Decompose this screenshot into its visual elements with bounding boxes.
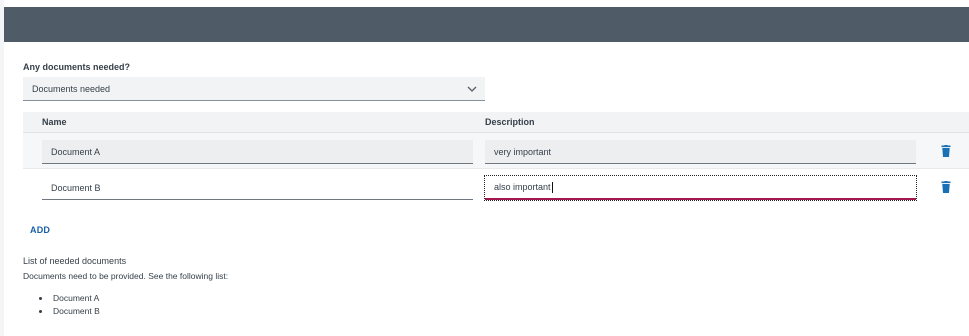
list-item: Document A: [38, 293, 100, 306]
documents-question-label: Any documents needed?: [23, 62, 131, 72]
header-bar: [4, 7, 969, 42]
trash-icon[interactable]: [941, 181, 951, 193]
top-strip: [4, 0, 969, 7]
add-row-button[interactable]: ADD: [30, 225, 50, 235]
table-row: Document B also important: [23, 170, 969, 206]
name-value: Document B: [51, 182, 101, 193]
description-input[interactable]: very important: [485, 140, 916, 164]
text-caret: [551, 181, 553, 193]
list-item: Document B: [38, 306, 100, 319]
select-value: Documents needed: [32, 83, 111, 94]
grid-header: Name Description: [23, 112, 969, 133]
trash-icon[interactable]: [941, 145, 951, 157]
window-left-edge: [0, 0, 4, 336]
documents-needed-select[interactable]: Documents needed: [23, 77, 485, 101]
description-input[interactable]: also important: [484, 175, 917, 201]
name-input[interactable]: Document A: [42, 140, 473, 164]
description-value: very important: [494, 146, 552, 157]
column-header-name: Name: [42, 117, 67, 127]
column-header-description: Description: [485, 117, 535, 127]
table-row: Document A very important: [23, 133, 969, 169]
document-list: Document A Document B: [38, 293, 100, 319]
description-value: also important: [494, 182, 551, 192]
name-input[interactable]: Document B: [42, 176, 473, 200]
summary-title: List of needed documents: [23, 256, 127, 266]
summary-description: Documents need to be provided. See the f…: [23, 271, 229, 281]
name-value: Document A: [51, 146, 101, 157]
chevron-down-icon: [467, 86, 477, 92]
